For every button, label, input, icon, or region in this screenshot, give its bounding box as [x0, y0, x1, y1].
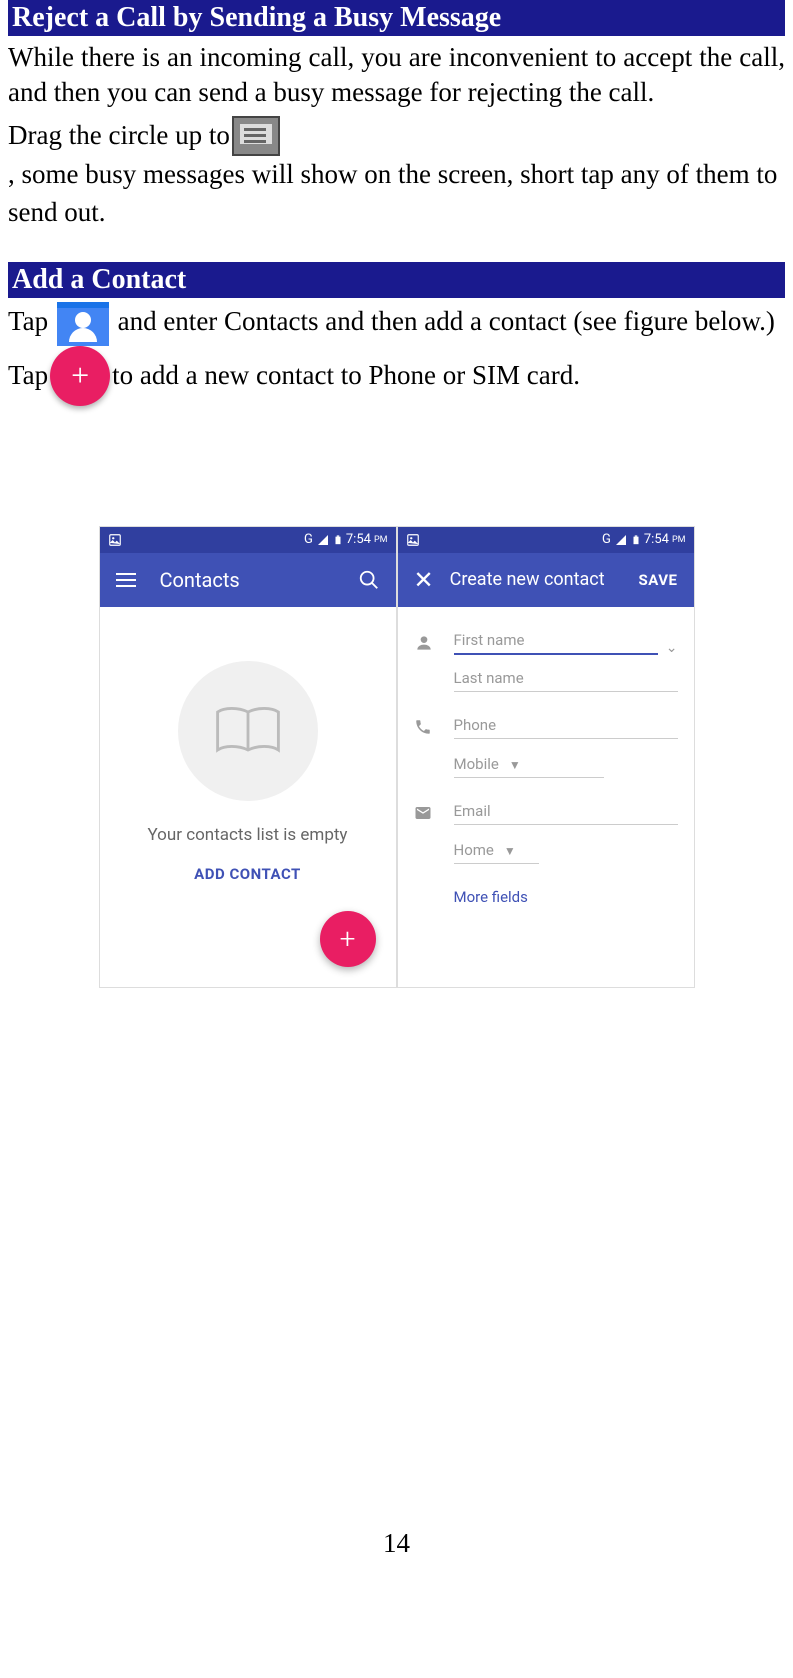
body-paragraph: Drag the circle up to , some busy messag…	[8, 116, 785, 232]
body-paragraph: Tap and enter Contacts and then add a co…	[8, 302, 785, 346]
fab-add-button[interactable]: +	[320, 911, 376, 967]
status-bar: G 7:54 PM	[100, 527, 396, 553]
phone-input[interactable]: Phone	[454, 708, 678, 739]
empty-state: Your contacts list is empty ADD CONTACT …	[100, 607, 396, 987]
email-type-dropdown[interactable]: Home▼	[454, 833, 539, 864]
status-time: 7:54	[346, 532, 371, 547]
signal-icon	[316, 534, 330, 546]
status-pm: PM	[374, 535, 388, 545]
page-number: 14	[8, 1528, 785, 1579]
contacts-app-icon	[57, 302, 109, 346]
fab-add-icon	[50, 346, 110, 406]
empty-state-text: Your contacts list is empty	[124, 825, 372, 845]
close-icon[interactable]: ✕	[414, 566, 434, 594]
email-icon	[414, 794, 442, 827]
app-bar: ✕ Create new contact SAVE	[398, 553, 694, 607]
body-paragraph: Tap to add a new contact to Phone or SIM…	[8, 346, 785, 406]
book-icon	[178, 661, 318, 801]
status-pm: PM	[672, 535, 686, 545]
section-header-add-contact: Add a Contact	[8, 262, 785, 298]
text-fragment: Tap	[8, 357, 48, 395]
app-bar: Contacts	[100, 553, 396, 607]
person-icon	[414, 623, 442, 658]
text-fragment: Drag the circle up to	[8, 117, 230, 155]
section-header-reject-call: Reject a Call by Sending a Busy Message	[8, 0, 785, 36]
body-paragraph: While there is an incoming call, you are…	[8, 40, 785, 110]
screenshot-create-contact: G 7:54 PM ✕ Create new contact SAVE	[397, 526, 695, 988]
search-icon[interactable]	[358, 569, 380, 591]
text-fragment: , some busy messages will show on the sc…	[8, 156, 785, 232]
status-time: 7:54	[644, 532, 669, 547]
save-button[interactable]: SAVE	[639, 571, 678, 589]
signal-icon	[614, 534, 628, 546]
app-bar-title: Create new contact	[450, 569, 639, 590]
text-fragment: to add a new contact to Phone or SIM car…	[112, 357, 580, 395]
picture-icon	[406, 533, 420, 547]
hamburger-menu-icon[interactable]	[116, 573, 136, 587]
email-input[interactable]: Email	[454, 794, 678, 825]
phone-icon	[414, 708, 442, 741]
network-type: G	[602, 532, 611, 547]
add-contact-button[interactable]: ADD CONTACT	[124, 865, 372, 883]
contact-form: First name ⌄ Last name Phone Mobile▼	[398, 607, 694, 987]
more-fields-link[interactable]: More fields	[454, 888, 678, 906]
chevron-down-icon[interactable]: ⌄	[666, 628, 678, 656]
phone-type-dropdown[interactable]: Mobile▼	[454, 747, 604, 778]
screenshot-contacts: G 7:54 PM Contacts Your contacts list is…	[99, 526, 397, 988]
app-bar-title: Contacts	[160, 568, 358, 592]
last-name-input[interactable]: Last name	[454, 661, 678, 692]
battery-icon	[631, 533, 641, 547]
text-fragment: and enter Contacts and then add a contac…	[118, 306, 775, 336]
status-bar: G 7:54 PM	[398, 527, 694, 553]
message-icon	[232, 116, 280, 156]
battery-icon	[333, 533, 343, 547]
picture-icon	[108, 533, 122, 547]
first-name-input[interactable]: First name	[454, 623, 658, 655]
network-type: G	[304, 532, 313, 547]
text-fragment: Tap	[8, 306, 48, 336]
screenshots-container: G 7:54 PM Contacts Your contacts list is…	[8, 526, 785, 988]
